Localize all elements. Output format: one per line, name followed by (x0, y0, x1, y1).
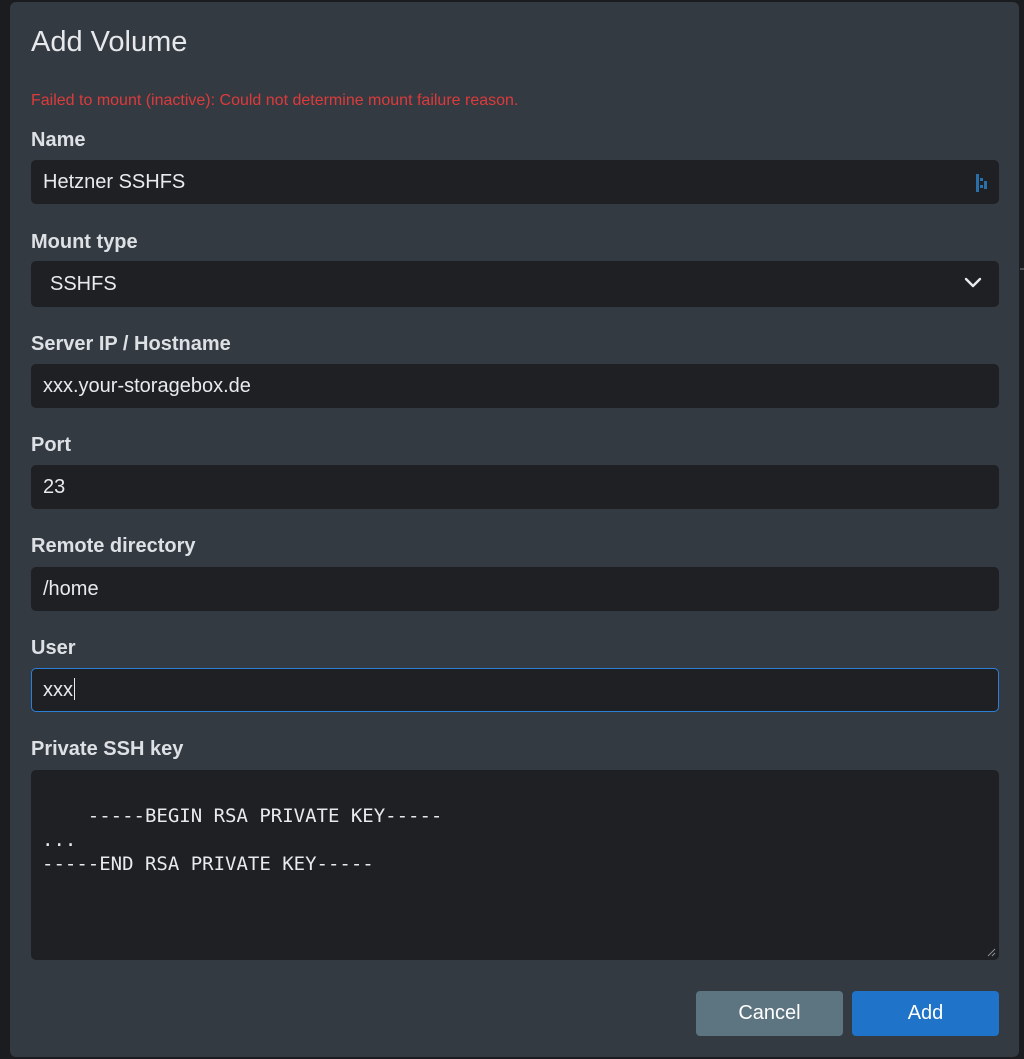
mount-type-label: Mount type (31, 231, 138, 253)
mount-type-select[interactable]: SSHFS (31, 261, 999, 307)
chevron-down-icon (964, 277, 982, 288)
add-button[interactable]: Add (852, 991, 999, 1036)
port-label: Port (31, 434, 71, 456)
name-value: Hetzner SSHFS (43, 171, 186, 193)
port-value: 23 (43, 476, 66, 498)
server-input[interactable]: xxx.your-storagebox.de (31, 364, 999, 408)
user-input[interactable]: xxx (31, 668, 999, 712)
remote-directory-value: /home (43, 578, 99, 600)
background-edge (1020, 268, 1024, 270)
remote-directory-input[interactable]: /home (31, 567, 999, 611)
server-label: Server IP / Hostname (31, 333, 231, 355)
remote-directory-label: Remote directory (31, 535, 196, 557)
ssh-key-value: -----BEGIN RSA PRIVATE KEY----- ... ----… (42, 805, 443, 875)
ssh-key-label: Private SSH key (31, 738, 184, 760)
dialog-title: Add Volume (31, 26, 188, 58)
error-message: Failed to mount (inactive): Could not de… (31, 92, 519, 109)
mount-type-value: SSHFS (50, 273, 117, 295)
add-volume-dialog: Add Volume Failed to mount (inactive): C… (10, 2, 1019, 1057)
cancel-button[interactable]: Cancel (696, 991, 843, 1036)
port-input[interactable]: 23 (31, 465, 999, 509)
name-input[interactable]: Hetzner SSHFS (31, 160, 999, 204)
server-value: xxx.your-storagebox.de (43, 375, 251, 397)
password-manager-icon[interactable] (975, 172, 989, 194)
user-label: User (31, 637, 76, 659)
resize-grip-icon[interactable] (986, 947, 996, 957)
name-label: Name (31, 129, 86, 151)
text-caret (74, 678, 75, 701)
user-value: xxx (43, 679, 73, 701)
ssh-key-textarea[interactable]: -----BEGIN RSA PRIVATE KEY----- ... ----… (31, 770, 999, 960)
